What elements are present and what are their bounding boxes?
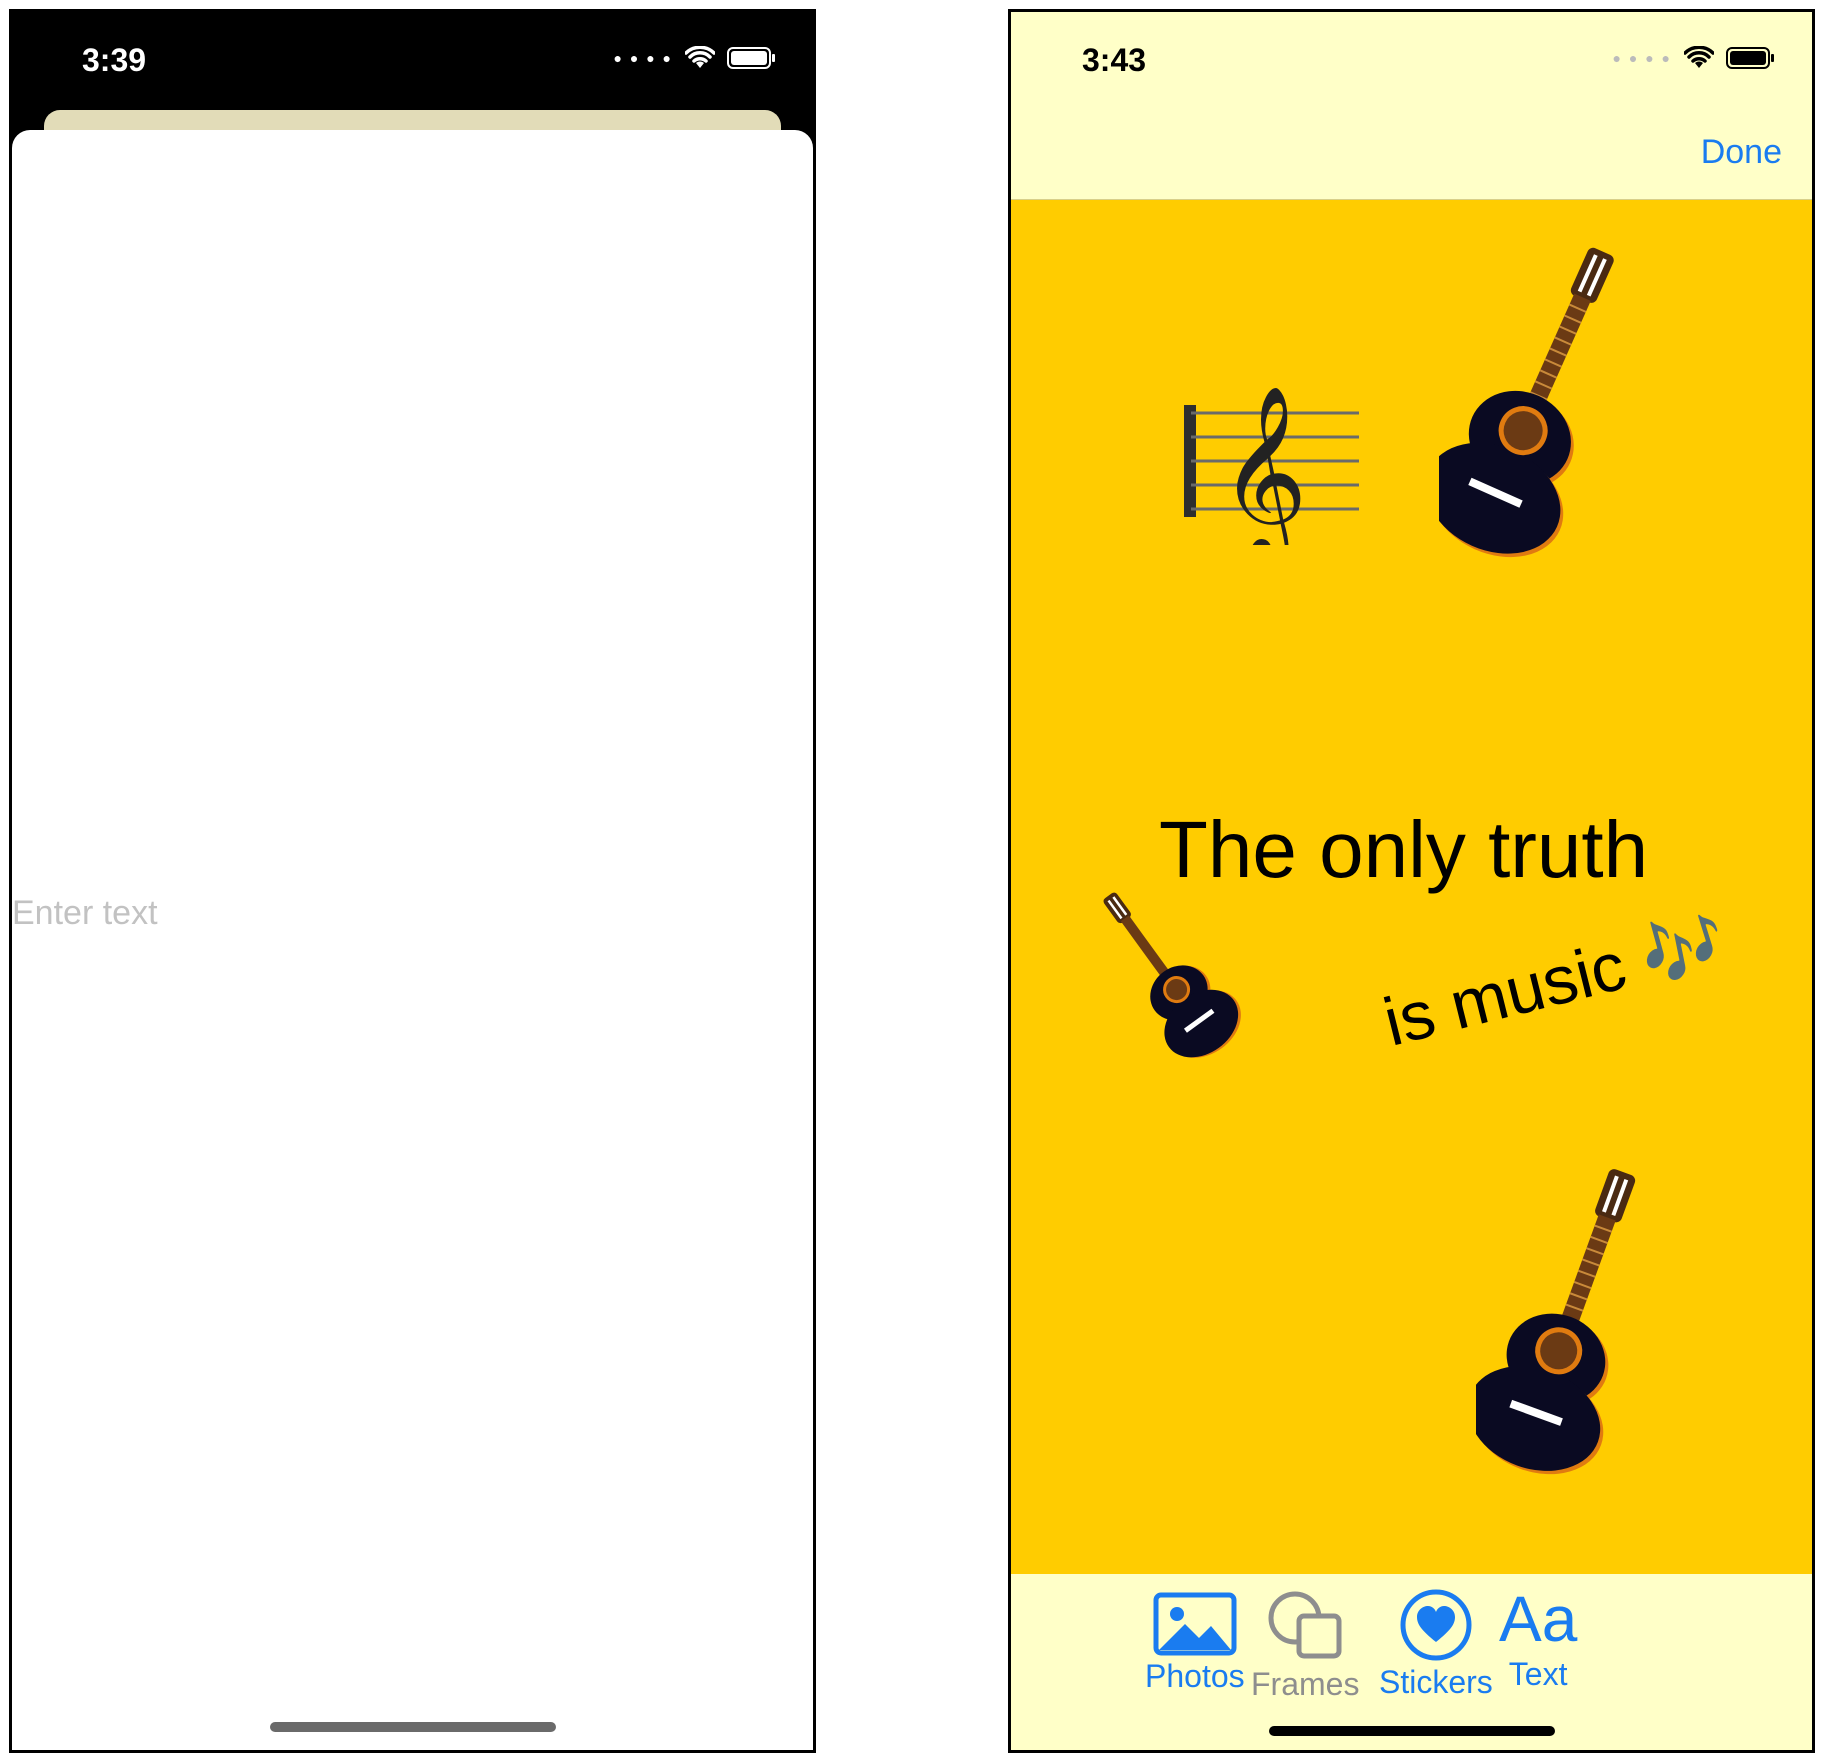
toolbar-photos[interactable]: Photos bbox=[1145, 1592, 1245, 1695]
battery-icon bbox=[1726, 47, 1774, 69]
frames-icon bbox=[1268, 1591, 1342, 1659]
wifi-icon bbox=[1684, 46, 1714, 68]
status-icons: ● ● ● ● bbox=[1613, 46, 1777, 70]
status-icons: ● ● ● ● bbox=[614, 46, 778, 70]
done-button[interactable]: Done bbox=[1701, 133, 1782, 172]
toolbar-photos-label: Photos bbox=[1145, 1658, 1245, 1694]
home-indicator[interactable] bbox=[1269, 1726, 1555, 1736]
battery-icon bbox=[727, 47, 775, 69]
music-notes-icon: 🎶 bbox=[1633, 902, 1734, 997]
quote-line-2-text: is music bbox=[1376, 927, 1634, 1061]
cellular-signal-icon: ● ● ● ● bbox=[613, 50, 673, 66]
guitar-sticker[interactable] bbox=[1476, 1157, 1666, 1477]
text-aa-icon: Aa bbox=[1499, 1583, 1578, 1655]
svg-text:𝄞: 𝄞 bbox=[1219, 385, 1308, 545]
card-canvas[interactable]: 𝄞 The only truth is music 🎶 bbox=[1011, 200, 1812, 1574]
toolbar-text[interactable]: Aa Text bbox=[1499, 1584, 1577, 1693]
guitar-sticker[interactable] bbox=[1439, 230, 1639, 560]
bottom-toolbar: Photos Frames Stickers Aa Text bbox=[1011, 1574, 1812, 1750]
toolbar-frames-label: Frames bbox=[1251, 1666, 1360, 1702]
toolbar-stickers-label: Stickers bbox=[1379, 1664, 1493, 1700]
modal-sheet bbox=[12, 130, 813, 1750]
enter-text-input[interactable] bbox=[12, 888, 612, 938]
status-time: 3:43 bbox=[1082, 42, 1147, 78]
toolbar-text-label: Text bbox=[1508, 1656, 1568, 1692]
photo-icon bbox=[1153, 1592, 1237, 1656]
toolbar-frames[interactable]: Frames bbox=[1251, 1588, 1359, 1703]
cellular-signal-icon: ● ● ● ● bbox=[1612, 50, 1672, 66]
wifi-icon bbox=[685, 46, 715, 68]
right-phone-screen: 3:43 ● ● ● ● Done 𝄞 The only truth is mu… bbox=[1008, 9, 1815, 1753]
quote-line-2[interactable]: is music 🎶 bbox=[1376, 901, 1734, 1063]
home-indicator[interactable] bbox=[270, 1722, 556, 1732]
treble-clef-sticker[interactable]: 𝄞 bbox=[1181, 385, 1361, 545]
heart-circle-icon bbox=[1400, 1589, 1472, 1661]
left-phone-screen: 3:39 ● ● ● ● bbox=[9, 9, 816, 1753]
toolbar-stickers[interactable]: Stickers bbox=[1379, 1588, 1493, 1701]
guitar-sticker[interactable] bbox=[1081, 875, 1251, 1075]
status-time: 3:39 bbox=[82, 42, 147, 78]
